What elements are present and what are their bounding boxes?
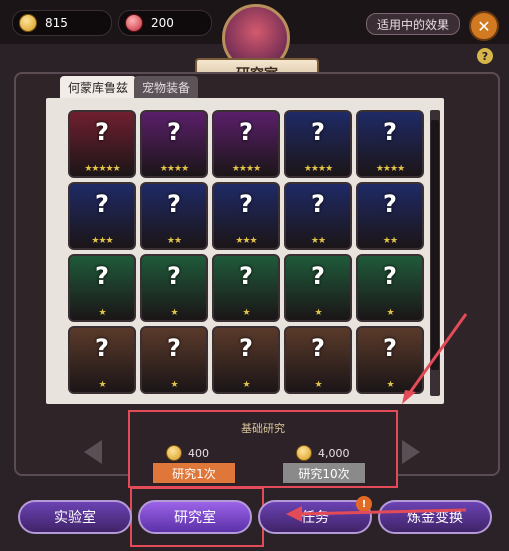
unknown-question-icon: ? [239,190,253,218]
homunculus-card[interactable]: ? ★ [284,326,352,394]
basic-research-box: 基础研究 400 4,000 研究1次 研究10次 [128,410,398,488]
gold-pill: 815 [12,10,112,36]
gold-coin-icon [19,14,37,32]
homunculus-card[interactable]: ? ★★ [284,182,352,250]
unknown-question-icon: ? [239,334,253,362]
homunculus-card[interactable]: ? ★ [68,254,136,322]
unknown-question-icon: ? [239,262,253,290]
tab-homunculus[interactable]: 何蒙库鲁兹 [60,76,137,98]
tab-pet-equipment[interactable]: 宠物装备 [134,76,199,98]
homunculus-card[interactable]: ? ★ [68,326,136,394]
unknown-question-icon: ? [239,118,253,146]
star-rating-icon: ★★ [310,236,326,246]
star-rating-icon: ★ [98,380,106,390]
homunculus-card[interactable]: ? ★ [356,326,424,394]
homunculus-card[interactable]: ? ★ [284,254,352,322]
unknown-question-icon: ? [95,262,109,290]
gem-value: 200 [151,16,174,30]
scrollbar[interactable] [430,110,440,396]
unknown-question-icon: ? [167,262,181,290]
unknown-question-icon: ? [95,334,109,362]
star-rating-icon: ★★ [382,236,398,246]
unknown-question-icon: ? [311,334,325,362]
star-rating-icon: ★★★★ [231,164,261,174]
unknown-question-icon: ? [383,118,397,146]
gold-coin-icon [296,445,312,461]
gem-pill: 200 [118,10,212,36]
cost-ten-value: 4,000 [318,446,350,460]
unknown-question-icon: ? [95,190,109,218]
basic-research-label: 基础研究 [241,422,285,435]
gold-value: 815 [45,16,68,30]
task-alert-badge: ! [356,496,372,512]
star-rating-icon: ★ [314,308,322,318]
nav-research[interactable]: 研究室 [138,500,252,534]
research-ten-button[interactable]: 研究10次 [282,462,366,484]
unknown-question-icon: ? [167,190,181,218]
unknown-question-icon: ? [95,118,109,146]
homunculus-card[interactable]: ? ★★★★★ [68,110,136,178]
window-frame: 815 200 研究室 适用中的效果 ✕ ? 何蒙库鲁兹 宠物装备 ?★★★★★… [0,0,509,551]
unknown-question-icon: ? [311,118,325,146]
nav-task[interactable]: 任务 [258,500,372,534]
close-button[interactable]: ✕ [469,11,499,41]
homunculus-card[interactable]: ? ★ [212,254,280,322]
star-rating-icon: ★★★★★ [84,164,120,174]
star-rating-icon: ★★★ [235,236,257,246]
unknown-question-icon: ? [311,190,325,218]
homunculus-card[interactable]: ? ★★ [356,182,424,250]
next-arrow-icon[interactable] [402,440,420,464]
cost-one-value: 400 [188,446,209,460]
active-effects-button[interactable]: 适用中的效果 [366,13,460,35]
star-rating-icon: ★★★★ [303,164,333,174]
star-rating-icon: ★ [314,380,322,390]
homunculus-card[interactable]: ? ★★★ [68,182,136,250]
homunculus-card[interactable]: ? ★ [212,326,280,394]
unknown-question-icon: ? [167,334,181,362]
star-rating-icon: ★ [242,308,250,318]
star-rating-icon: ★ [386,308,394,318]
cost-one: 400 [166,445,209,461]
star-rating-icon: ★ [242,380,250,390]
nav-lab[interactable]: 实验室 [18,500,132,534]
nav-alchemy[interactable]: 炼金变换 [378,500,492,534]
unknown-question-icon: ? [383,262,397,290]
star-rating-icon: ★★★★ [375,164,405,174]
unknown-question-icon: ? [383,190,397,218]
homunculus-card[interactable]: ? ★ [140,254,208,322]
star-rating-icon: ★★★★ [159,164,189,174]
star-rating-icon: ★ [386,380,394,390]
homunculus-card[interactable]: ? ★★★ [212,182,280,250]
star-rating-icon: ★ [98,308,106,318]
gem-icon [125,14,143,32]
star-rating-icon: ★★ [166,236,182,246]
homunculus-card[interactable]: ? ★★★★ [284,110,352,178]
homunculus-card[interactable]: ? ★★★★ [356,110,424,178]
unknown-question-icon: ? [167,118,181,146]
unknown-question-icon: ? [383,334,397,362]
homunculus-card[interactable]: ? ★★★★ [140,110,208,178]
help-button[interactable]: ? [477,48,493,64]
homunculus-card[interactable]: ? ★ [140,326,208,394]
unknown-question-icon: ? [311,262,325,290]
star-rating-icon: ★ [170,380,178,390]
star-rating-icon: ★★★ [91,236,113,246]
homunculus-card[interactable]: ? ★★ [140,182,208,250]
homunculus-card[interactable]: ? ★★★★ [212,110,280,178]
research-once-button[interactable]: 研究1次 [152,462,236,484]
prev-arrow-icon[interactable] [84,440,102,464]
scrollbar-thumb[interactable] [431,120,439,370]
gold-coin-icon [166,445,182,461]
cost-ten: 4,000 [296,445,350,461]
star-rating-icon: ★ [170,308,178,318]
homunculus-card[interactable]: ? ★ [356,254,424,322]
card-grid: ? ★★★★★? ★★★★? ★★★★? ★★★★? ★★★★? ★★★? ★★? ★★★? ★★… [46,98,444,404]
